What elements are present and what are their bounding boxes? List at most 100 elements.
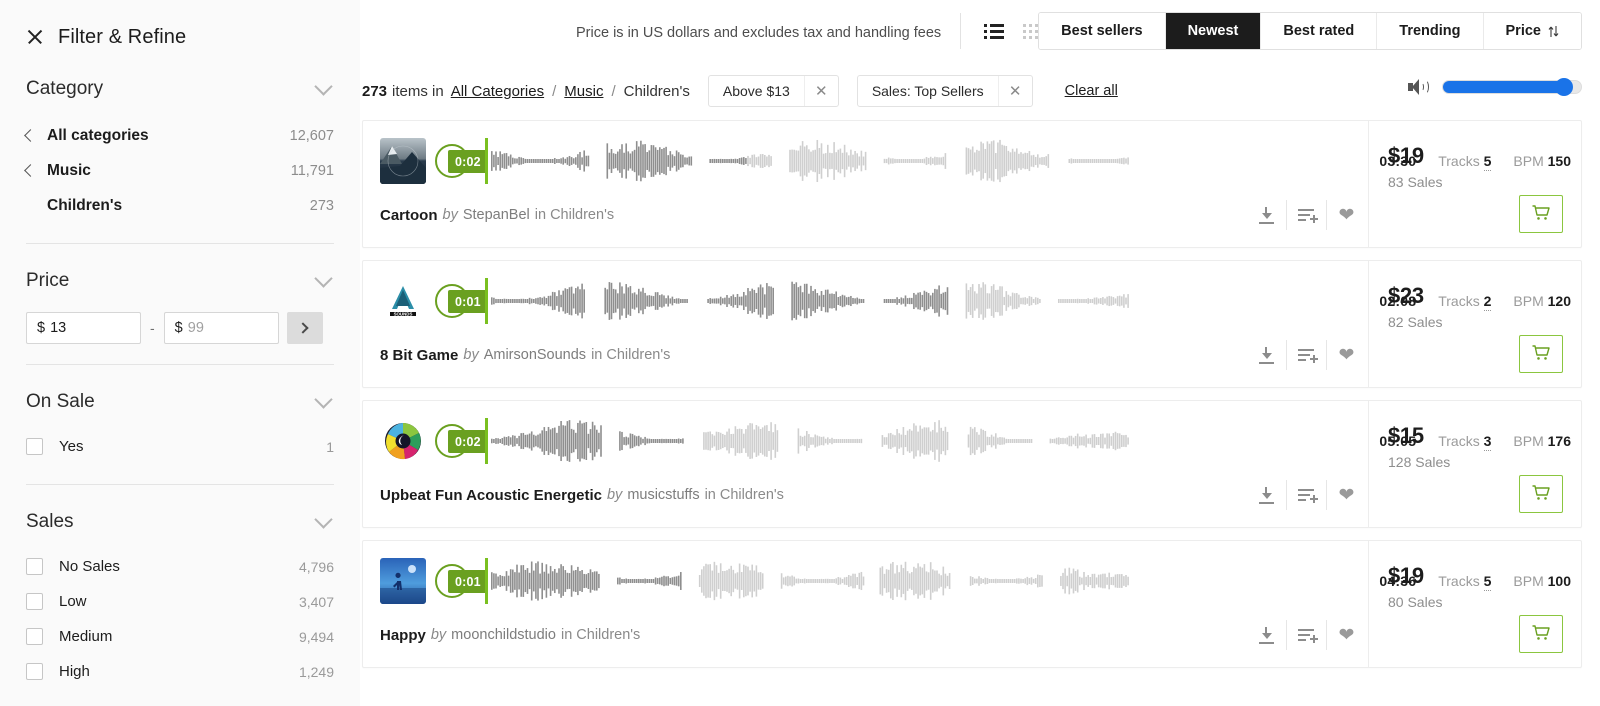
download-icon[interactable] xyxy=(1246,620,1286,650)
play-button[interactable]: 0:02 xyxy=(435,138,489,184)
track-waveform[interactable] xyxy=(491,418,1365,464)
facet-price-header[interactable]: Price xyxy=(26,266,334,296)
track-by-label: by xyxy=(430,627,447,643)
download-icon[interactable] xyxy=(1246,200,1286,230)
track-row[interactable]: 0:01 04:36 Tracks 5 BPM 100 Happy by moo… xyxy=(362,540,1582,668)
add-to-cart-button[interactable] xyxy=(1519,615,1563,653)
volume-slider[interactable] xyxy=(1442,78,1582,96)
cart-icon xyxy=(1532,344,1550,364)
add-to-playlist-icon[interactable] xyxy=(1286,480,1326,510)
play-button[interactable]: 0:02 xyxy=(435,418,489,464)
heart-icon[interactable]: ❤ xyxy=(1326,200,1366,230)
checkbox[interactable] xyxy=(26,593,43,610)
sales-option-low[interactable]: Low 3,407 xyxy=(26,584,334,619)
category-item-childrens[interactable]: Children's 273 xyxy=(26,188,334,223)
price-min-input[interactable]: $ 13 xyxy=(26,312,141,344)
track-row[interactable]: 0:02 05:05 Tracks 3 BPM 176 Upbeat Fun A… xyxy=(362,400,1582,528)
checkbox[interactable] xyxy=(26,628,43,645)
filter-sidebar: Filter & Refine Category All categories … xyxy=(0,0,360,706)
category-item-count: 273 xyxy=(309,197,334,214)
filter-sidebar-header: Filter & Refine xyxy=(26,0,334,52)
breadcrumb-all-categories[interactable]: All Categories xyxy=(451,83,544,100)
add-to-playlist-icon[interactable] xyxy=(1286,620,1326,650)
sort-price[interactable]: Price xyxy=(1483,13,1581,49)
results-count: 273 xyxy=(362,82,388,100)
filter-chip-price: Above $13 ✕ xyxy=(707,75,839,107)
download-icon[interactable] xyxy=(1246,340,1286,370)
chevron-down-icon[interactable] xyxy=(314,509,333,529)
sort-newest[interactable]: Newest xyxy=(1165,13,1262,49)
sort-best-sellers[interactable]: Best sellers xyxy=(1039,13,1166,49)
track-author[interactable]: StepanBel xyxy=(463,207,530,223)
list-view-icon[interactable] xyxy=(979,16,1009,46)
facet-on-sale-header[interactable]: On Sale xyxy=(26,387,334,417)
heart-icon[interactable]: ❤ xyxy=(1326,480,1366,510)
chevron-down-icon[interactable] xyxy=(314,268,333,288)
chevron-down-icon[interactable] xyxy=(314,76,333,96)
track-waveform[interactable] xyxy=(491,278,1365,324)
facet-category-header[interactable]: Category xyxy=(26,74,334,104)
track-title[interactable]: 8 Bit Game xyxy=(380,347,458,364)
track-title[interactable]: Happy xyxy=(380,627,426,644)
close-icon[interactable]: ✕ xyxy=(803,76,838,106)
track-thumbnail[interactable]: SOUNDS xyxy=(380,278,426,324)
track-price-column: $19 83 Sales xyxy=(1368,121,1581,247)
add-to-cart-button[interactable] xyxy=(1519,195,1563,233)
track-title[interactable]: Upbeat Fun Acoustic Energetic xyxy=(380,487,602,504)
category-item-count: 12,607 xyxy=(289,127,334,144)
sales-option-high[interactable]: High 1,249 xyxy=(26,654,334,689)
track-thumbnail[interactable] xyxy=(380,138,426,184)
track-row[interactable]: SOUNDS 0:01 02:08 Tracks 2 BPM 120 8 Bit… xyxy=(362,260,1582,388)
download-icon[interactable] xyxy=(1246,480,1286,510)
checkbox[interactable] xyxy=(26,558,43,575)
chevron-down-icon[interactable] xyxy=(314,389,333,409)
add-to-playlist-icon[interactable] xyxy=(1286,340,1326,370)
price-max-input[interactable]: $ 99 xyxy=(163,312,279,344)
track-waveform[interactable] xyxy=(491,138,1365,184)
category-item-music[interactable]: Music 11,791 xyxy=(24,153,334,188)
add-to-cart-button[interactable] xyxy=(1519,475,1563,513)
track-author[interactable]: AmirsonSounds xyxy=(484,347,586,363)
add-to-playlist-icon[interactable] xyxy=(1286,200,1326,230)
option-count: 9,494 xyxy=(298,628,334,645)
track-thumbnail[interactable] xyxy=(380,558,426,604)
track-actions: ❤ xyxy=(1246,620,1366,650)
checkbox[interactable] xyxy=(26,438,43,455)
play-button[interactable]: 0:01 xyxy=(435,278,489,324)
track-author[interactable]: musicstuffs xyxy=(627,487,699,503)
category-item-all[interactable]: All categories 12,607 xyxy=(24,118,334,153)
track-row-bottom: Upbeat Fun Acoustic Energetic by musicst… xyxy=(380,480,1366,510)
sales-option-medium[interactable]: Medium 9,494 xyxy=(26,619,334,654)
playhead-marker xyxy=(485,418,488,464)
track-thumbnail[interactable] xyxy=(380,418,426,464)
sales-option-no-sales[interactable]: No Sales 4,796 xyxy=(26,549,334,584)
heart-icon[interactable]: ❤ xyxy=(1326,340,1366,370)
clear-all-button[interactable]: Clear all xyxy=(1065,83,1118,99)
price-apply-button[interactable] xyxy=(286,312,323,344)
track-row[interactable]: 0:02 03:30 Tracks 5 BPM 150 Cartoon by S… xyxy=(362,120,1582,248)
track-title[interactable]: Cartoon xyxy=(380,207,438,224)
close-icon[interactable] xyxy=(26,28,44,46)
cart-icon xyxy=(1532,624,1550,644)
breadcrumb-separator: / xyxy=(611,82,616,100)
breadcrumb-separator: / xyxy=(552,82,557,100)
checkbox[interactable] xyxy=(26,663,43,680)
track-category: in Children's xyxy=(704,487,784,503)
on-sale-option-yes[interactable]: Yes 1 xyxy=(26,429,334,464)
breadcrumb-music[interactable]: Music xyxy=(564,83,603,100)
play-button[interactable]: 0:01 xyxy=(435,558,489,604)
facet-sales-header[interactable]: Sales xyxy=(26,507,334,537)
option-count: 4,796 xyxy=(298,558,334,575)
track-waveform[interactable] xyxy=(491,558,1365,604)
sort-best-rated[interactable]: Best rated xyxy=(1261,13,1378,49)
speaker-icon[interactable] xyxy=(1408,78,1429,96)
close-icon[interactable]: ✕ xyxy=(997,76,1032,106)
results-count-suffix: items in xyxy=(392,82,444,100)
heart-icon[interactable]: ❤ xyxy=(1326,620,1366,650)
option-label: Yes xyxy=(59,438,84,455)
facet-sales: Sales No Sales 4,796 Low 3,407 Medium 9,… xyxy=(26,485,334,689)
sort-trending[interactable]: Trending xyxy=(1377,13,1484,49)
add-to-cart-button[interactable] xyxy=(1519,335,1563,373)
playhead-marker xyxy=(485,138,488,184)
track-author[interactable]: moonchildstudio xyxy=(451,627,556,643)
